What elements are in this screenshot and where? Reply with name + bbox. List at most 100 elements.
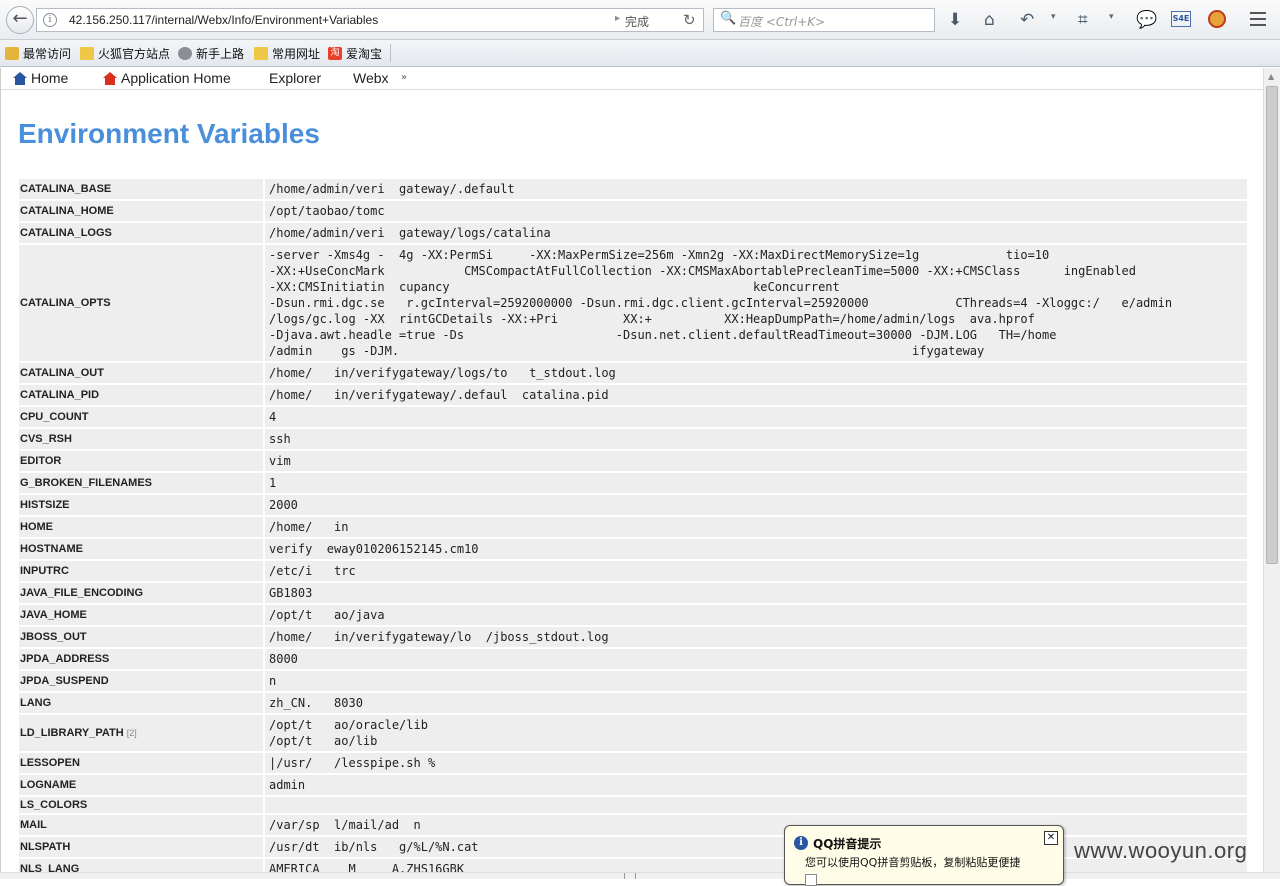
undo-dropdown-icon[interactable]: ▾ [1051,12,1056,22]
env-key: HOME [19,517,263,537]
bookmark-most-visited[interactable]: 最常访问 [5,45,71,62]
bookmark-label: 火狐官方站点 [98,47,171,61]
chat-icon[interactable]: 💬 [1136,9,1157,31]
env-key-label: JBOSS_OUT [20,631,87,643]
table-row: EDITOR vim [19,451,1247,471]
env-key-label: CPU_COUNT [20,411,89,423]
vertical-scrollbar[interactable]: ▲ [1263,68,1280,872]
back-arrow-icon: ← [12,8,28,29]
nav-webx[interactable]: Webx [353,70,389,86]
site-info-icon[interactable]: i [43,13,57,27]
env-key: JAVA_HOME [19,605,263,625]
bookmark-label: 最常访问 [23,47,72,61]
crop-dropdown-icon[interactable]: ▾ [1109,12,1114,22]
url-text[interactable]: 42.156.250.117/internal/Webx/Info/Enviro… [69,13,378,27]
table-row: JAVA_HOME/opt/t ao/java [19,605,1247,625]
table-row: CATALINA_HOME/opt/taobao/tomc [19,201,1247,221]
table-row: G_BROKEN_FILENAMES 1 [19,473,1247,493]
qq-popup-checkbox[interactable] [805,874,817,886]
env-key: MAIL [19,815,263,835]
home-icon[interactable]: ⌂ [984,9,995,31]
bookmark-ai-taobao[interactable]: 淘 爱淘宝 [328,45,382,62]
nav-home[interactable]: Home [13,70,68,86]
back-button[interactable]: ← [6,6,34,34]
folder-icon [80,47,94,60]
env-key-label: NLS_LANG [20,863,80,872]
bookmark-label: 爱淘宝 [346,47,383,61]
table-row: CVS_RSH ssh [19,429,1247,449]
crop-icon[interactable]: ⌗ [1078,9,1088,31]
table-row: INPUTRC/etc/i trc [19,561,1247,581]
env-key-label: HISTSIZE [20,499,70,511]
env-table: CATALINA_BASE/home/admin/veri gateway/.d… [19,177,1247,872]
env-key-label: CATALINA_HOME [20,205,114,217]
env-key: JPDA_ADDRESS [19,649,263,669]
env-key: LS_COLORS [19,797,263,813]
env-key: JBOSS_OUT [19,627,263,647]
env-key: NLSPATH [19,837,263,857]
search-bar[interactable]: 🔍 百度 <Ctrl+K> [713,8,935,32]
bookmark-getting-started[interactable]: 新手上路 [178,45,244,62]
table-row: JPDA_SUSPEND n [19,671,1247,691]
table-row: LOGNAME admin [19,775,1247,795]
horizontal-scrollbar[interactable] [0,872,1280,879]
bookmark-common-sites[interactable]: 常用网址 [254,45,320,62]
menu-icon[interactable] [1250,12,1266,30]
nav-webx-label: Webx [353,70,389,86]
env-key-label: LESSOPEN [20,757,80,769]
table-row: JPDA_ADDRESS 8000 [19,649,1247,669]
star-icon [5,47,19,60]
env-value: 4 [263,407,1247,427]
env-key: CATALINA_PID [19,385,263,405]
url-bar[interactable]: i 42.156.250.117/internal/Webx/Info/Envi… [36,8,704,32]
env-key: LESSOPEN [19,753,263,773]
scroll-up-icon[interactable]: ▲ [1268,72,1274,81]
close-icon[interactable]: ✕ [1044,831,1058,845]
bookmark-firefox-official[interactable]: 火狐官方站点 [80,45,170,62]
env-value: -server -Xms4g - 4g -XX:PermSi -XX:MaxPe… [263,245,1247,361]
globe-icon [178,47,192,60]
env-value: 8000 [263,649,1247,669]
env-key-label: NLSPATH [20,841,71,853]
bookmark-label: 常用网址 [272,47,321,61]
env-key-label: LANG [20,697,52,709]
download-icon[interactable]: ⬇ [948,9,962,31]
env-key-label: JAVA_FILE_ENCODING [20,587,144,599]
browser-toolbar: ← i 42.156.250.117/internal/Webx/Info/En… [0,0,1280,40]
env-key-label: CATALINA_PID [20,389,100,401]
search-input[interactable]: 百度 <Ctrl+K> [738,13,825,30]
env-key: CATALINA_LOGS [19,223,263,243]
reload-icon[interactable]: ↻ [683,11,696,29]
bookmark-label: 新手上路 [196,47,245,61]
s4e-icon[interactable]: S4E [1171,11,1191,27]
env-key-label: EDITOR [20,455,62,467]
env-key-label: CATALINA_OPTS [20,297,111,309]
nav-application-home-label: Application Home [121,70,231,86]
nav-application-home[interactable]: Application Home [103,70,231,86]
nav-explorer[interactable]: Explorer [269,70,321,86]
env-key-label: LD_LIBRARY_PATH [20,727,124,739]
env-key-label: LOGNAME [20,779,77,791]
table-row: LD_LIBRARY_PATH [2]/opt/t ao/oracle/lib … [19,715,1247,751]
url-history-dropdown-icon[interactable]: ▸ [615,13,620,24]
env-value-count: [2] [126,728,137,738]
hscroll-grip[interactable] [624,873,636,879]
env-value: /home/admin/veri gateway/logs/catalina [263,223,1247,243]
table-row: LS_COLORS [19,797,1247,813]
nav-more-icon[interactable]: » [401,72,407,83]
env-value: GB1803 [263,583,1247,603]
adblock-icon[interactable] [1208,10,1226,28]
nav-explorer-label: Explorer [269,70,322,86]
undo-icon[interactable]: ↶ [1020,9,1034,31]
env-value: n [263,671,1247,691]
table-row: HOME/home/ in [19,517,1247,537]
env-value [263,797,1247,813]
scroll-thumb[interactable] [1266,86,1278,564]
page-viewport: Home Application Home Explorer Webx » En… [0,68,1263,872]
env-key-label: HOSTNAME [20,543,83,555]
env-key: CVS_RSH [19,429,263,449]
table-row: CATALINA_OUT/home/ in/verifygateway/logs… [19,363,1247,383]
qq-popup-title: QQ拼音提示 [813,837,882,851]
env-key-label: JPDA_ADDRESS [20,653,110,665]
env-value: |/usr/ /lesspipe.sh % [263,753,1247,773]
